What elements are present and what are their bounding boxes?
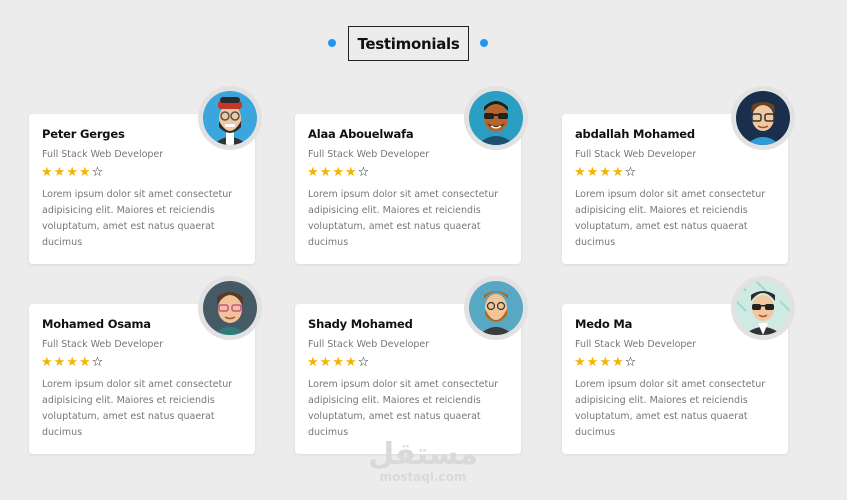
star-filled-icon: ★ (611, 355, 624, 370)
star-filled-icon: ★ (41, 165, 53, 180)
testimonial-name: Alaa Abouelwafa (308, 127, 414, 141)
testimonial-text: Lorem ipsum dolor sit amet consectetur a… (575, 189, 766, 248)
testimonial-role: Full Stack Web Developer (42, 149, 164, 160)
star-filled-icon: ★ (599, 165, 611, 180)
testimonial-text: Lorem ipsum dolor sit amet consectetur a… (308, 379, 499, 438)
section-title: Testimonials (348, 26, 469, 61)
star-rating: ★ ★ ★ ★ ☆ (41, 165, 103, 180)
star-filled-icon: ★ (319, 355, 332, 370)
avatar-frame (198, 276, 262, 340)
testimonial-role: Full Stack Web Developer (575, 149, 697, 160)
section-heading: Testimonials (0, 26, 847, 61)
avatar-frame (731, 86, 795, 150)
star-filled-icon: ★ (307, 355, 319, 370)
avatar-frame (464, 86, 528, 150)
star-filled-icon: ★ (66, 165, 78, 180)
testimonial-text: Lorem ipsum dolor sit amet consectetur a… (42, 379, 233, 438)
avatar (469, 281, 523, 335)
star-rating: ★ ★ ★ ★ ☆ (307, 165, 369, 180)
star-filled-icon: ★ (53, 165, 66, 180)
star-empty-icon: ☆ (624, 165, 637, 180)
star-filled-icon: ★ (332, 165, 344, 180)
testimonial-text: Lorem ipsum dolor sit amet consectetur a… (575, 379, 766, 438)
star-filled-icon: ★ (344, 355, 357, 370)
testimonial-text: Lorem ipsum dolor sit amet consectetur a… (308, 189, 499, 248)
star-rating: ★ ★ ★ ★ ☆ (574, 355, 636, 370)
star-empty-icon: ☆ (357, 355, 370, 370)
testimonial-card: Medo Ma Full Stack Web Developer ★ ★ ★ ★ ☆ L… (562, 276, 795, 454)
star-empty-icon: ☆ (91, 165, 104, 180)
star-rating: ★ ★ ★ ★ ☆ (307, 355, 369, 370)
testimonial-name: Mohamed Osama (42, 317, 151, 331)
testimonial-card: Shady Mohamed Full Stack Web Developer ★… (295, 276, 528, 454)
testimonial-name: Shady Mohamed (308, 317, 413, 331)
avatar (203, 281, 257, 335)
testimonial-role: Full Stack Web Developer (575, 339, 697, 350)
watermark-arabic: مستقل (368, 437, 478, 472)
star-rating: ★ ★ ★ ★ ☆ (574, 165, 636, 180)
testimonial-role: Full Stack Web Developer (308, 339, 430, 350)
star-empty-icon: ☆ (624, 355, 637, 370)
watermark-latin: mostaql.com (379, 470, 467, 484)
star-filled-icon: ★ (53, 355, 66, 370)
star-filled-icon: ★ (599, 355, 611, 370)
testimonial-card: Peter Gerges Full Stack Web Developer ★ ★… (29, 86, 262, 264)
star-filled-icon: ★ (574, 165, 586, 180)
testimonial-name: Medo Ma (575, 317, 633, 331)
testimonial-role: Full Stack Web Developer (308, 149, 430, 160)
star-filled-icon: ★ (78, 165, 91, 180)
star-filled-icon: ★ (586, 355, 599, 370)
star-filled-icon: ★ (586, 165, 599, 180)
testimonial-card: Alaa Abouelwafa Full Stack Web Developer… (295, 86, 528, 264)
star-filled-icon: ★ (78, 355, 91, 370)
testimonial-name: abdallah Mohamed (575, 127, 695, 141)
testimonial-text: Lorem ipsum dolor sit amet consectetur a… (42, 189, 233, 248)
star-filled-icon: ★ (319, 165, 332, 180)
avatar (469, 91, 523, 145)
avatar (736, 281, 790, 335)
accent-dot-left (328, 39, 336, 47)
avatar-frame (464, 276, 528, 340)
testimonial-card: abdallah Mohamed Full Stack Web Develope… (562, 86, 795, 264)
star-rating: ★ ★ ★ ★ ☆ (41, 355, 103, 370)
star-filled-icon: ★ (41, 355, 53, 370)
accent-dot-right (480, 39, 488, 47)
star-filled-icon: ★ (332, 355, 344, 370)
avatar-frame (731, 276, 795, 340)
testimonial-role: Full Stack Web Developer (42, 339, 164, 350)
star-filled-icon: ★ (307, 165, 319, 180)
star-empty-icon: ☆ (357, 165, 370, 180)
mostaql-watermark: مستقل mostaql.com (368, 437, 478, 485)
avatar (203, 91, 257, 145)
testimonial-name: Peter Gerges (42, 127, 125, 141)
star-filled-icon: ★ (611, 165, 624, 180)
star-filled-icon: ★ (66, 355, 78, 370)
testimonial-card: Mohamed Osama Full Stack Web Developer ★… (29, 276, 262, 454)
avatar-frame (198, 86, 262, 150)
star-empty-icon: ☆ (91, 355, 104, 370)
star-filled-icon: ★ (344, 165, 357, 180)
avatar (736, 91, 790, 145)
star-filled-icon: ★ (574, 355, 586, 370)
